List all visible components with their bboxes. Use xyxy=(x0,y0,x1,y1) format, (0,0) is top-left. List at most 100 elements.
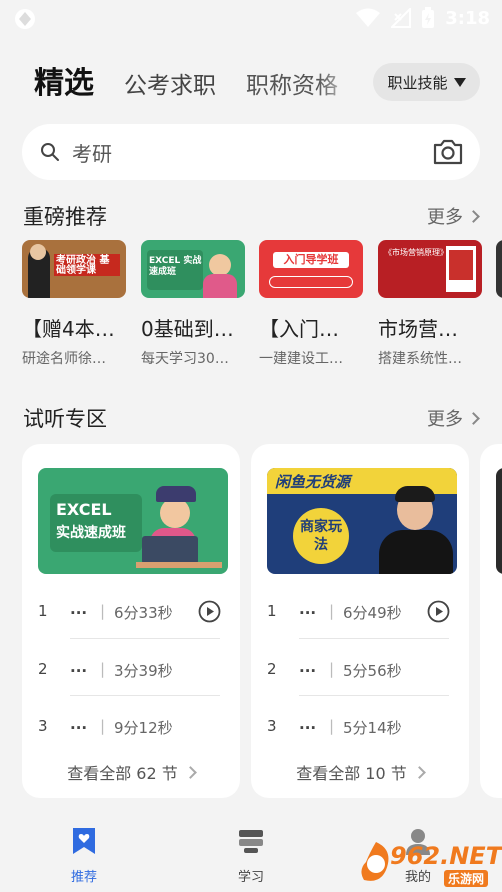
tab-fade xyxy=(318,62,358,98)
nav-item-recommend[interactable]: 推荐 xyxy=(44,826,124,885)
lesson-row[interactable]: 1 ... | 6分49秒 xyxy=(251,600,469,624)
lesson-title: ... xyxy=(299,600,317,618)
lesson-title: ... xyxy=(299,658,317,676)
lesson-number: 3 xyxy=(38,717,48,735)
recommend-title: 重磅推荐 xyxy=(23,205,107,229)
separator: | xyxy=(100,660,106,678)
stack-books-icon xyxy=(239,830,263,853)
course-subtitle: 搭建系统性… xyxy=(378,351,462,367)
no-signal-icon xyxy=(391,8,412,28)
view-all-lessons-link[interactable]: 查看全部 62 节 xyxy=(22,760,240,784)
lesson-number: 2 xyxy=(267,660,277,678)
thumbnail-text: EXCEL 实战速成班 xyxy=(149,256,202,277)
divider xyxy=(70,638,220,639)
tab-civil-exam[interactable]: 公考求职 xyxy=(124,66,216,100)
lesson-row[interactable]: 3 ... | 5分14秒 xyxy=(251,715,469,739)
lesson-duration: 6分33秒 xyxy=(114,604,173,622)
lesson-duration: 3分39秒 xyxy=(114,662,173,680)
audition-title: 试听专区 xyxy=(23,407,107,431)
lesson-title: ... xyxy=(299,715,317,733)
audition-card[interactable]: 闲鱼无货源 商家玩法 1 ... | 6分49秒 2 ... | 5分56秒 3… xyxy=(251,444,469,798)
nav-label: 推荐 xyxy=(70,870,97,885)
recommend-item-partial[interactable] xyxy=(496,240,502,298)
play-icon[interactable] xyxy=(198,600,221,623)
lesson-row[interactable]: 2 ... | 5分56秒 xyxy=(251,658,469,682)
nav-label: 学习 xyxy=(237,870,264,885)
watermark-text: 962.NET xyxy=(390,842,502,870)
recommend-item[interactable]: 入门导学班 【入门… 一建建设工… xyxy=(259,240,363,368)
separator: | xyxy=(329,660,335,678)
recommend-more-link[interactable]: 更多 xyxy=(427,203,480,229)
chevron-right-icon xyxy=(467,209,480,223)
divider xyxy=(299,695,449,696)
recommend-item[interactable]: EXCEL 实战速成班 0基础到… 每天学习30… xyxy=(141,240,245,368)
camera-icon[interactable] xyxy=(432,137,464,167)
app-notification-icon xyxy=(15,9,35,29)
more-label: 更多 xyxy=(427,409,463,430)
cover-title: EXCEL xyxy=(56,500,112,519)
play-icon[interactable] xyxy=(427,600,450,623)
course-title: 【赠4本… xyxy=(22,317,115,341)
divider xyxy=(299,638,449,639)
lesson-title: ... xyxy=(70,715,88,733)
course-subtitle: 研途名师徐… xyxy=(22,351,106,367)
dropdown-label: 职业技能 xyxy=(387,73,448,92)
course-thumbnail: EXCEL 实战速成班 xyxy=(141,240,245,298)
lesson-duration: 5分56秒 xyxy=(343,662,402,680)
course-subtitle: 每天学习30… xyxy=(141,351,229,367)
lesson-number: 1 xyxy=(267,602,277,620)
lesson-duration: 5分14秒 xyxy=(343,719,402,737)
recommend-item[interactable]: 《市场营销原理》 市场营… 搭建系统性… xyxy=(378,240,482,368)
status-time: 3:18 xyxy=(445,7,490,29)
course-title: 0基础到… xyxy=(141,317,234,341)
audition-card-partial[interactable] xyxy=(480,444,502,798)
lesson-duration: 6分49秒 xyxy=(343,604,402,622)
lesson-number: 2 xyxy=(38,660,48,678)
course-cover: 闲鱼无货源 商家玩法 xyxy=(267,468,457,574)
nav-item-study[interactable]: 学习 xyxy=(211,826,291,885)
view-all-lessons-link[interactable]: 查看全部 10 节 xyxy=(251,760,469,784)
thumbnail-text: 入门导学班 xyxy=(283,253,339,266)
separator: | xyxy=(329,602,335,620)
thumbnail-text: 考研政治 基础领学课 xyxy=(56,255,110,276)
course-title: 【入门… xyxy=(259,317,339,341)
lesson-duration: 9分12秒 xyxy=(114,719,173,737)
audition-more-link[interactable]: 更多 xyxy=(427,405,480,431)
view-all-label: 查看全部 62 节 xyxy=(67,764,178,783)
separator: | xyxy=(100,717,106,735)
course-thumbnail: 入门导学班 xyxy=(259,240,363,298)
lesson-row[interactable]: 3 ... | 9分12秒 xyxy=(22,715,240,739)
tab-dropdown-vocational[interactable]: 职业技能 xyxy=(373,63,480,101)
lesson-row[interactable]: 2 ... | 3分39秒 xyxy=(22,658,240,682)
bookmark-heart-icon xyxy=(73,828,95,854)
lesson-title: ... xyxy=(70,600,88,618)
cover-title: 闲鱼无货源 xyxy=(275,473,351,491)
course-cover: EXCEL 实战速成班 xyxy=(38,468,228,574)
course-thumbnail: 考研政治 基础领学课 xyxy=(22,240,126,298)
recommend-item[interactable]: 考研政治 基础领学课 【赠4本… 研途名师徐… xyxy=(22,240,126,368)
battery-charging-icon xyxy=(422,7,435,28)
lesson-row[interactable]: 1 ... | 6分33秒 xyxy=(22,600,240,624)
chevron-right-icon xyxy=(467,411,480,425)
course-subtitle: 一建建设工… xyxy=(259,351,343,367)
separator: | xyxy=(100,602,106,620)
tab-featured[interactable]: 精选 xyxy=(34,58,94,102)
cover-subtitle: 商家玩法 xyxy=(300,519,342,553)
watermark-sub: 乐游网 xyxy=(444,870,489,887)
search-input[interactable]: 考研 xyxy=(72,138,112,167)
search-bar[interactable]: 考研 xyxy=(22,124,480,180)
search-icon xyxy=(41,143,59,161)
lesson-number: 1 xyxy=(38,602,48,620)
more-label: 更多 xyxy=(427,207,463,228)
cover-subtitle: 实战速成班 xyxy=(56,525,126,541)
caret-down-icon xyxy=(453,77,466,87)
category-tabs: 精选 公考求职 职称资格 职业技能 xyxy=(0,54,502,108)
site-watermark: 962.NET 乐游网 xyxy=(356,840,502,887)
divider xyxy=(70,695,220,696)
thumbnail-text: 《市场营销原理》 xyxy=(384,248,448,257)
chevron-right-icon xyxy=(412,765,426,779)
separator: | xyxy=(329,717,335,735)
lesson-number: 3 xyxy=(267,717,277,735)
audition-card[interactable]: EXCEL 实战速成班 1 ... | 6分33秒 2 ... | 3分39秒 … xyxy=(22,444,240,798)
lesson-title: ... xyxy=(70,658,88,676)
